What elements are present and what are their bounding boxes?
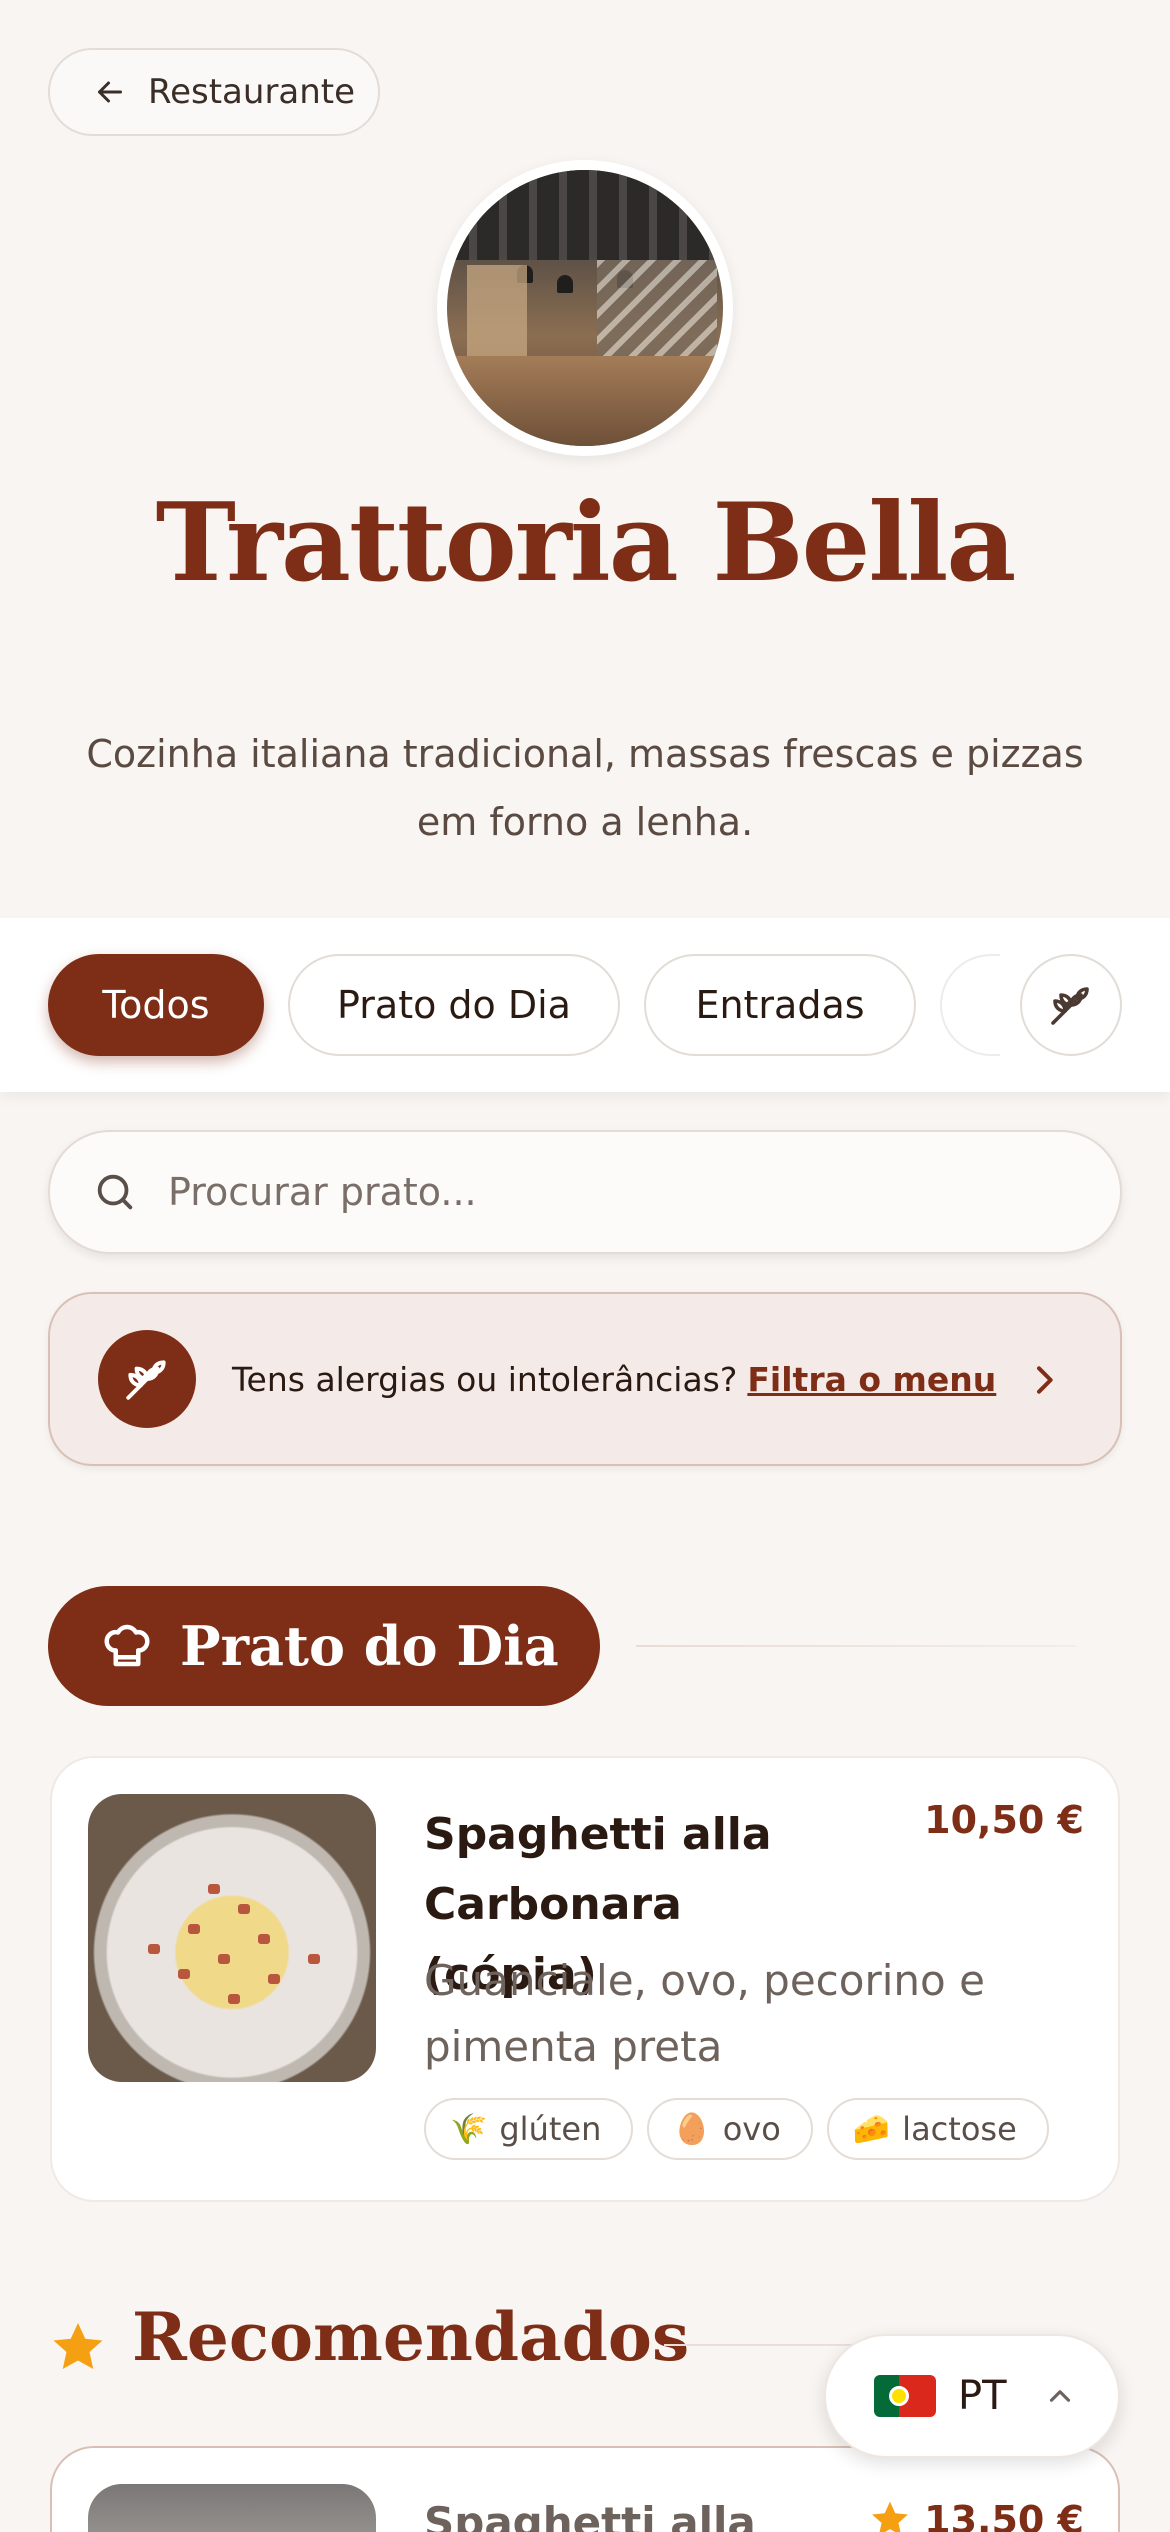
- search-input[interactable]: [168, 1170, 1048, 1214]
- dish-price: 13,50 €: [924, 2498, 1084, 2532]
- section-header-prato-do-dia: Prato do Dia: [48, 1586, 600, 1706]
- allergen-label: glúten: [499, 2110, 602, 2148]
- search-bar[interactable]: [48, 1130, 1122, 1254]
- allergen-label: ovo: [722, 2110, 781, 2148]
- wheat-icon: [1051, 987, 1089, 1025]
- dish-photo: [88, 1794, 376, 2082]
- restaurant-photo: [447, 170, 723, 446]
- dish-photo: [88, 2484, 376, 2532]
- allergen-tags: 🌾 glúten 🥚 ovo 🧀 lactose: [424, 2098, 1049, 2160]
- portugal-flag-icon: [874, 2375, 936, 2417]
- arrow-left-icon: [98, 81, 122, 103]
- chef-hat-icon: [104, 1624, 150, 1667]
- category-chip-partial[interactable]: [940, 954, 1000, 1056]
- wheat-icon: 🌾: [450, 2111, 488, 2147]
- allergy-question: Tens alergias ou intolerâncias?: [232, 1359, 738, 1399]
- dish-name: Spaghetti alla: [424, 2498, 756, 2532]
- allergen-label: lactose: [902, 2110, 1017, 2148]
- back-button[interactable]: Restaurante: [48, 48, 380, 136]
- dish-description: Guanciale, ovo, pecorino e pimenta preta: [424, 1956, 985, 2071]
- language-selector[interactable]: PT: [824, 2334, 1120, 2458]
- category-chip-prato-do-dia[interactable]: Prato do Dia: [288, 954, 620, 1056]
- allergy-banner-text: Tens alergias ou intolerâncias? Filtra o …: [232, 1360, 996, 1399]
- allergen-filter-button[interactable]: [1020, 954, 1122, 1056]
- section-divider: [664, 2344, 864, 2346]
- egg-icon: 🥚: [673, 2111, 711, 2147]
- star-icon: [53, 2323, 103, 2369]
- restaurant-name: Trattoria Bella: [155, 480, 1017, 606]
- dish-price: 10,50 €: [924, 1798, 1084, 1842]
- chevron-right-icon: [1037, 1366, 1053, 1394]
- restaurant-avatar: [437, 160, 733, 456]
- dish-card-recommended[interactable]: Spaghetti alla 13,50 €: [50, 2446, 1120, 2532]
- cheese-icon: 🧀: [852, 2111, 891, 2147]
- section-title: Prato do Dia: [180, 1614, 559, 1678]
- allergen-tag-lactose: 🧀 lactose: [826, 2098, 1049, 2160]
- allergy-filter-banner[interactable]: Tens alergias ou intolerâncias? Filtra o …: [48, 1292, 1122, 1466]
- category-chip-entradas[interactable]: Entradas: [644, 954, 916, 1056]
- section-divider: [636, 1645, 1076, 1647]
- language-code: PT: [958, 2373, 1007, 2419]
- allergy-banner-icon: [98, 1330, 196, 1428]
- star-icon: [872, 2501, 908, 2532]
- wheat-icon: [126, 1360, 166, 1400]
- back-button-label: Restaurante: [148, 72, 356, 112]
- category-chip-todos[interactable]: Todos: [48, 954, 264, 1056]
- allergen-tag-gluten: 🌾 glúten: [424, 2098, 634, 2160]
- section-title-recomendados: Recomendados: [132, 2298, 690, 2376]
- menu-page: Restaurante Trattoria Bella Cozinha ital…: [0, 0, 1170, 2532]
- chevron-up-icon: [1049, 2390, 1070, 2402]
- restaurant-description: Cozinha italiana tradicional, massas fre…: [86, 732, 1084, 844]
- category-bar: Todos Prato do Dia Entradas: [0, 918, 1170, 1092]
- dish-card[interactable]: Spaghetti alla Carbonara (cópia) 10,50 €…: [50, 1756, 1120, 2202]
- filter-menu-link[interactable]: Filtra o menu: [747, 1360, 996, 1399]
- allergen-tag-ovo: 🥚 ovo: [647, 2098, 813, 2160]
- search-icon: [97, 1174, 133, 1210]
